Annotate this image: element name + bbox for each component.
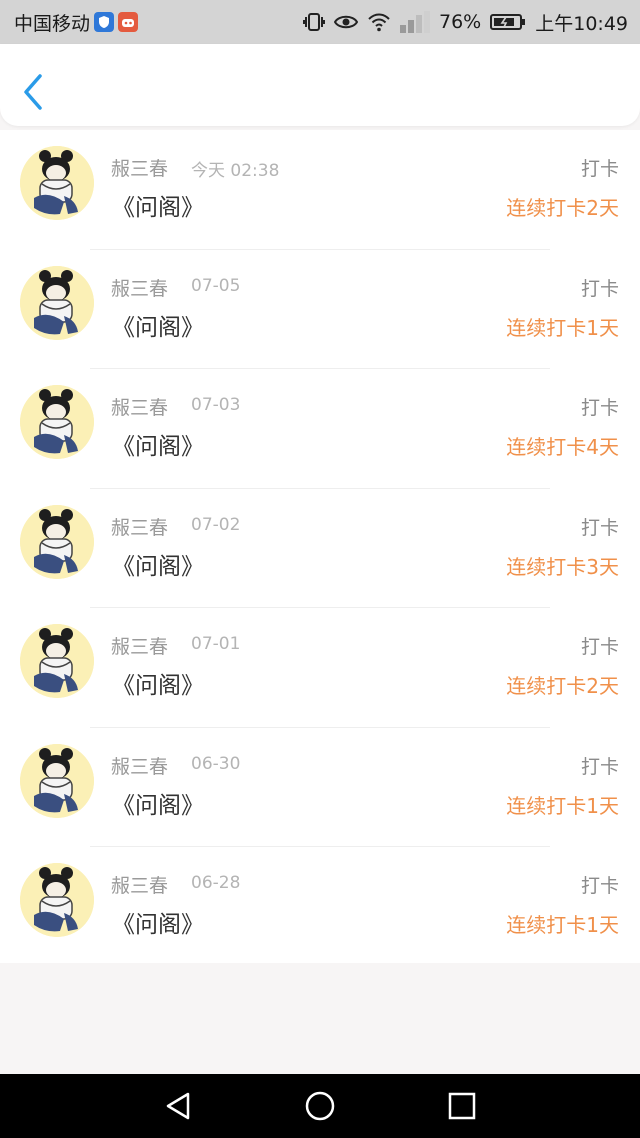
streak-label: 连续打卡1天: [506, 315, 619, 340]
checkin-date: 07-02: [191, 514, 241, 535]
checkin-row[interactable]: 赧三春 07-05 《问阁》 打卡 连续打卡1天: [0, 250, 640, 369]
checkin-list: 赧三春 今天 02:38 《问阁》 打卡 连续打卡2天 赧三春 07-05 《问…: [0, 130, 640, 963]
clock-label: 上午10:49: [535, 12, 628, 35]
checkin-date: 06-28: [191, 873, 241, 893]
nav-recents-button[interactable]: [444, 1088, 480, 1124]
user-name: 赧三春: [111, 277, 169, 300]
book-title: 《问阁》: [112, 673, 204, 699]
book-title: 《问阁》: [112, 792, 204, 819]
checkin-row[interactable]: 赧三春 06-28 《问阁》 打卡 连续打卡1天: [0, 847, 640, 967]
user-name: 赧三春: [111, 875, 169, 897]
streak-label: 连续打卡4天: [506, 435, 619, 459]
avatar-illustration: [20, 385, 94, 459]
avatar[interactable]: [20, 624, 94, 698]
system-nav-bar: [0, 1074, 640, 1138]
avatar-illustration: [20, 146, 94, 220]
nav-home-button[interactable]: [302, 1088, 338, 1124]
checkin-date: 07-05: [191, 275, 241, 296]
battery-percent: 76%: [439, 11, 482, 33]
avatar-illustration: [20, 504, 94, 579]
avatar[interactable]: [20, 743, 94, 818]
avatar[interactable]: [20, 385, 94, 459]
user-name: 赧三春: [111, 755, 169, 778]
avatar[interactable]: [20, 265, 94, 340]
nav-back-button[interactable]: [160, 1088, 196, 1124]
checkin-date: 07-03: [191, 395, 241, 415]
avatar[interactable]: [20, 863, 94, 937]
avatar[interactable]: [20, 504, 94, 579]
streak-label: 连续打卡3天: [506, 554, 619, 579]
status-bar: 中国移动 76% 上午10:49: [0, 0, 640, 44]
book-title: 《问阁》: [112, 553, 204, 580]
avatar-illustration: [20, 743, 94, 818]
checkin-row[interactable]: 赧三春 07-01 《问阁》 打卡 连续打卡2天: [0, 608, 640, 728]
wifi-icon: [367, 12, 391, 32]
game-app-icon: [118, 12, 139, 32]
signal-icon: [400, 11, 430, 33]
checkin-row[interactable]: 赧三春 06-30 《问阁》 打卡 连续打卡1天: [0, 728, 640, 847]
avatar-illustration: [20, 863, 94, 937]
checkin-type: 打卡: [580, 755, 619, 778]
user-name: 赧三春: [111, 636, 169, 658]
avatar[interactable]: [20, 146, 94, 220]
back-triangle-icon: [166, 1092, 190, 1120]
chevron-left-icon: [24, 74, 42, 110]
vibrate-icon: [303, 12, 325, 32]
back-button[interactable]: [18, 72, 50, 112]
checkin-row[interactable]: 赧三春 今天 02:38 《问阁》 打卡 连续打卡2天: [0, 130, 640, 250]
user-name: 赧三春: [111, 397, 169, 419]
checkin-type: 打卡: [580, 875, 619, 897]
checkin-type: 打卡: [580, 516, 619, 539]
battery-icon: [490, 13, 526, 31]
status-right: 76% 上午10:49: [303, 9, 628, 36]
recents-square-icon: [448, 1092, 476, 1120]
status-left: 中国移动: [14, 9, 139, 36]
avatar-illustration: [20, 265, 94, 340]
checkin-date: 07-01: [191, 634, 241, 654]
checkin-type: 打卡: [580, 397, 619, 419]
book-title: 《问阁》: [112, 314, 204, 341]
eye-icon: [334, 13, 358, 31]
book-title: 《问阁》: [112, 434, 204, 460]
streak-label: 连续打卡2天: [506, 196, 619, 220]
user-name: 赧三春: [111, 516, 169, 539]
home-circle-icon: [305, 1091, 335, 1121]
carrier-label: 中国移动: [14, 12, 91, 35]
checkin-row[interactable]: 赧三春 07-03 《问阁》 打卡 连续打卡4天: [0, 369, 640, 489]
checkin-date: 今天 02:38: [191, 161, 280, 181]
header-bar: [0, 44, 640, 126]
book-title: 《问阁》: [112, 195, 204, 221]
user-name: 赧三春: [111, 158, 169, 180]
checkin-type: 打卡: [580, 277, 619, 300]
streak-label: 连续打卡1天: [506, 793, 619, 818]
streak-label: 连续打卡2天: [506, 674, 619, 698]
avatar-illustration: [20, 624, 94, 698]
checkin-row[interactable]: 赧三春 07-02 《问阁》 打卡 连续打卡3天: [0, 489, 640, 608]
shield-app-icon: [94, 12, 115, 32]
checkin-type: 打卡: [580, 636, 619, 658]
book-title: 《问阁》: [112, 912, 204, 938]
streak-label: 连续打卡1天: [506, 913, 619, 937]
checkin-date: 06-30: [191, 753, 241, 774]
checkin-type: 打卡: [580, 158, 619, 180]
